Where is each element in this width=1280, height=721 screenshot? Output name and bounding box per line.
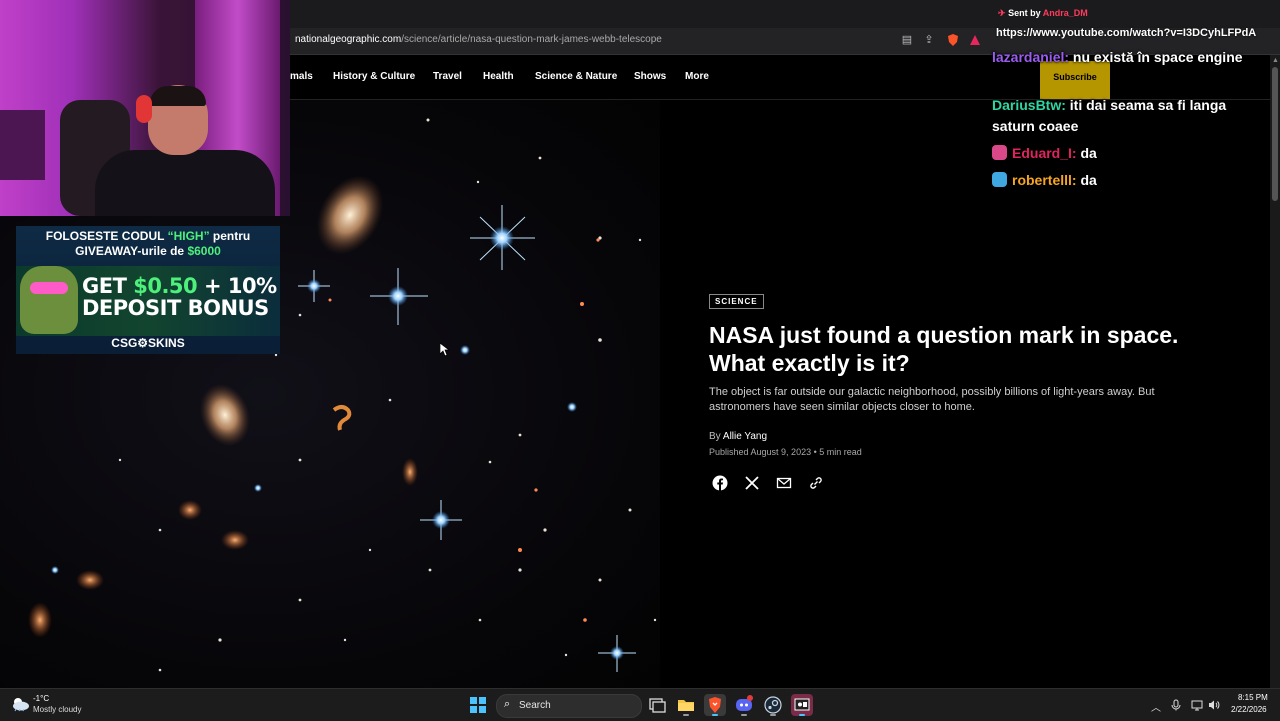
link-icon[interactable]: [807, 475, 825, 493]
brave-shield-icon[interactable]: [946, 33, 960, 47]
chat-username: Eduard_I:: [1012, 145, 1077, 161]
x-icon[interactable]: [743, 475, 761, 493]
sponsor-ad-banner[interactable]: FOLOSESTE CODUL “HIGH” pentru GIVEAWAY-u…: [16, 226, 280, 354]
ad-headline-offer: GET $0.50 + 10%: [82, 274, 277, 298]
taskbar-search[interactable]: ⌕ Search: [496, 694, 642, 718]
url-text[interactable]: nationalgeographic.com/science/article/n…: [295, 34, 662, 45]
microphone-icon[interactable]: [1170, 699, 1182, 714]
nav-item-health[interactable]: Health: [483, 71, 514, 82]
chat-message: DariusBtw: iti dai seama sa fi langa sat…: [992, 95, 1252, 137]
chat-badge-icon: [992, 172, 1007, 187]
donation-alert: ✈ Sent by Andra_DM: [998, 8, 1088, 19]
facebook-icon[interactable]: [711, 475, 729, 493]
nav-item-more[interactable]: More: [685, 71, 709, 82]
network-icon[interactable]: [1191, 699, 1203, 714]
chat-username: DariusBtw:: [992, 97, 1066, 113]
steam-icon[interactable]: [762, 694, 784, 716]
running-indicator: [799, 714, 805, 716]
windows-taskbar: -1°C Mostly cloudy ⌕ Search ︿ 8:15 PM 2/…: [0, 688, 1280, 721]
scroll-up-arrow-icon[interactable]: ▲: [1272, 57, 1279, 64]
author-link[interactable]: Allie Yang: [723, 431, 767, 442]
sent-by-label: Sent by: [1008, 8, 1041, 18]
article-headline: NASA just found a question mark in space…: [709, 322, 1179, 376]
obs-icon[interactable]: [791, 694, 813, 716]
pin-icon: ✈: [998, 8, 1006, 18]
brave-icon[interactable]: [704, 694, 726, 716]
file-explorer-icon[interactable]: [675, 694, 697, 716]
read-time: 5 min read: [819, 447, 862, 457]
task-view-icon[interactable]: [646, 694, 668, 716]
scroll-thumb[interactable]: [1272, 67, 1278, 201]
brave-rewards-icon[interactable]: [968, 33, 982, 47]
share-icon[interactable]: ⇪: [922, 33, 936, 47]
byline-prefix: By: [709, 431, 721, 442]
ad-promo-line-2: GIVEAWAY-urile de $6000: [75, 244, 221, 258]
chat-text: nu există în space engine: [1072, 49, 1243, 65]
clock-date[interactable]: 2/22/2026: [1231, 705, 1267, 714]
sent-link: https://www.youtube.com/watch?v=I3DCyhLF…: [996, 27, 1257, 39]
nav-item-history-culture[interactable]: History & Culture: [333, 71, 415, 82]
publish-date: Published August 9, 2023: [709, 447, 812, 457]
running-indicator: [712, 714, 718, 716]
search-icon: ⌕: [504, 698, 511, 710]
byline: By Allie Yang: [709, 431, 767, 442]
tray-overflow-chevron-icon[interactable]: ︿: [1151, 699, 1161, 714]
streamer-webcam: [0, 0, 290, 216]
url-path: /science/article/nasa-question-mark-jame…: [401, 34, 662, 45]
chat-message: robertelll: da: [992, 170, 1252, 191]
stream-chat-overlay: ✈ Sent by Andra_DM https://www.youtube.c…: [990, 0, 1270, 200]
webcam-person-body: [95, 150, 275, 216]
weather-description[interactable]: Mostly cloudy: [33, 705, 81, 714]
nav-item-science-nature[interactable]: Science & Nature: [535, 71, 617, 82]
chat-username: robertelll:: [1012, 172, 1077, 188]
ad-promo-line-1: FOLOSESTE CODUL “HIGH” pentru: [45, 229, 251, 243]
chat-username: lazardaniel:: [992, 49, 1070, 65]
mouse-cursor-icon: [439, 342, 451, 362]
chat-text: da: [1080, 145, 1097, 161]
publish-info: Published August 9, 2023 • 5 min read: [709, 447, 862, 457]
weather-temperature[interactable]: -1°C: [33, 694, 49, 703]
sent-by-user: Andra_DM: [1042, 8, 1088, 18]
nav-item-animals[interactable]: mals: [290, 71, 313, 82]
webcam-headset: [136, 95, 152, 123]
nav-item-travel[interactable]: Travel: [433, 71, 462, 82]
nav-item-shows[interactable]: Shows: [634, 71, 666, 82]
search-label: Search: [519, 700, 551, 711]
reader-mode-icon[interactable]: ▤: [900, 33, 914, 47]
clock-time[interactable]: 8:15 PM: [1238, 693, 1268, 702]
weather-cloud-icon[interactable]: [10, 696, 30, 712]
webcam-person-hair: [150, 86, 206, 106]
page-scrollbar[interactable]: ▲: [1270, 55, 1280, 688]
volume-icon[interactable]: [1208, 699, 1220, 714]
ad-headline-bonus: DEPOSIT BONUS: [82, 296, 269, 320]
discord-icon[interactable]: [733, 694, 755, 716]
ad-mascot: [20, 266, 78, 334]
chat-message: lazardaniel: nu există în space engine: [992, 47, 1252, 68]
running-indicator: [741, 714, 747, 716]
running-indicator: [683, 714, 689, 716]
url-host: nationalgeographic.com: [295, 34, 402, 45]
article-dek: The object is far outside our galactic n…: [709, 386, 1155, 413]
windows-start-icon[interactable]: [470, 697, 486, 713]
section-tag[interactable]: SCIENCE: [709, 294, 764, 309]
email-icon[interactable]: [775, 475, 793, 493]
chat-badge-icon: [992, 145, 1007, 160]
webcam-background-monitor: [0, 110, 45, 180]
ad-brand-logo: CSG⚙SKINS: [111, 336, 185, 350]
chat-text: da: [1080, 172, 1097, 188]
running-indicator: [770, 714, 776, 716]
chat-message: Eduard_I: da: [992, 143, 1252, 164]
